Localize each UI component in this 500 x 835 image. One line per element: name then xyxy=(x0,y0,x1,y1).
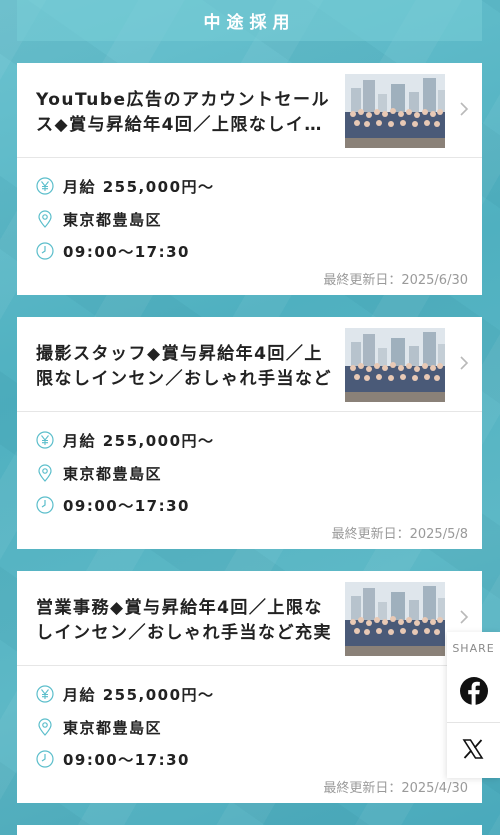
hours-row: 09:00〜17:30 xyxy=(36,494,190,516)
job-title[interactable]: YouTube広告のアカウントセールス◆賞与昇給年4回／上限なしインセン xyxy=(36,88,334,138)
location-text: 東京都豊島区 xyxy=(63,718,163,737)
hours-text: 09:00〜17:30 xyxy=(63,242,190,261)
yen-icon xyxy=(36,431,54,449)
divider xyxy=(447,722,500,723)
location-row: 東京都豊島区 xyxy=(36,716,162,738)
x-icon[interactable] xyxy=(462,738,484,760)
salary-row: 月給 255,000円〜 xyxy=(36,683,215,705)
job-title[interactable]: 撮影スタッフ◆賞与昇給年4回／上限なしインセン／おしゃれ手当など xyxy=(36,342,334,392)
job-card-header[interactable]: YouTube広告のアカウントセールス◆賞与昇給年4回／上限なしインセン xyxy=(17,63,482,158)
hours-row: 09:00〜17:30 xyxy=(36,748,190,770)
updated-date: 最終更新日：2025/6/30 xyxy=(323,273,468,288)
hours-text: 09:00〜17:30 xyxy=(63,496,190,515)
location-text: 東京都豊島区 xyxy=(63,210,163,229)
job-photo xyxy=(345,328,445,402)
chevron-right-icon[interactable] xyxy=(458,353,472,373)
salary-text: 月給 255,000円〜 xyxy=(63,431,215,450)
map-pin-icon xyxy=(36,464,54,482)
location-row: 東京都豊島区 xyxy=(36,208,162,230)
clock-icon xyxy=(36,496,54,514)
section-header: 中途採用 xyxy=(17,0,482,41)
share-panel: SHARE xyxy=(447,632,500,778)
job-card-header[interactable]: 撮影スタッフ◆賞与昇給年4回／上限なしインセン／おしゃれ手当など xyxy=(17,317,482,412)
chevron-right-icon[interactable] xyxy=(458,607,472,627)
salary-text: 月給 255,000円〜 xyxy=(63,685,215,704)
map-pin-icon xyxy=(36,718,54,736)
hours-text: 09:00〜17:30 xyxy=(63,750,190,769)
map-pin-icon xyxy=(36,210,54,228)
location-text: 東京都豊島区 xyxy=(63,464,163,483)
job-card-header[interactable]: 営業事務◆賞与昇給年4回／上限なしインセン／おしゃれ手当など充実 xyxy=(17,571,482,666)
job-photo xyxy=(345,74,445,148)
job-card-next[interactable] xyxy=(17,825,482,835)
location-row: 東京都豊島区 xyxy=(36,462,162,484)
clock-icon xyxy=(36,750,54,768)
yen-icon xyxy=(36,177,54,195)
job-card[interactable]: 営業事務◆賞与昇給年4回／上限なしインセン／おしゃれ手当など充実 月給 255,… xyxy=(17,571,482,803)
job-photo xyxy=(345,582,445,656)
job-card[interactable]: YouTube広告のアカウントセールス◆賞与昇給年4回／上限なしインセン xyxy=(17,63,482,295)
chevron-right-icon[interactable] xyxy=(458,99,472,119)
updated-date: 最終更新日：2025/5/8 xyxy=(331,527,468,542)
salary-row: 月給 255,000円〜 xyxy=(36,175,215,197)
clock-icon xyxy=(36,242,54,260)
job-card[interactable]: 撮影スタッフ◆賞与昇給年4回／上限なしインセン／おしゃれ手当など 月給 255,… xyxy=(17,317,482,549)
yen-icon xyxy=(36,685,54,703)
share-label: SHARE xyxy=(452,642,495,655)
updated-date: 最終更新日：2025/4/30 xyxy=(323,781,468,796)
facebook-icon[interactable] xyxy=(459,676,489,706)
salary-text: 月給 255,000円〜 xyxy=(63,177,215,196)
salary-row: 月給 255,000円〜 xyxy=(36,429,215,451)
page-title: 中途採用 xyxy=(203,13,296,33)
hours-row: 09:00〜17:30 xyxy=(36,240,190,262)
job-title[interactable]: 営業事務◆賞与昇給年4回／上限なしインセン／おしゃれ手当など充実 xyxy=(36,596,334,646)
